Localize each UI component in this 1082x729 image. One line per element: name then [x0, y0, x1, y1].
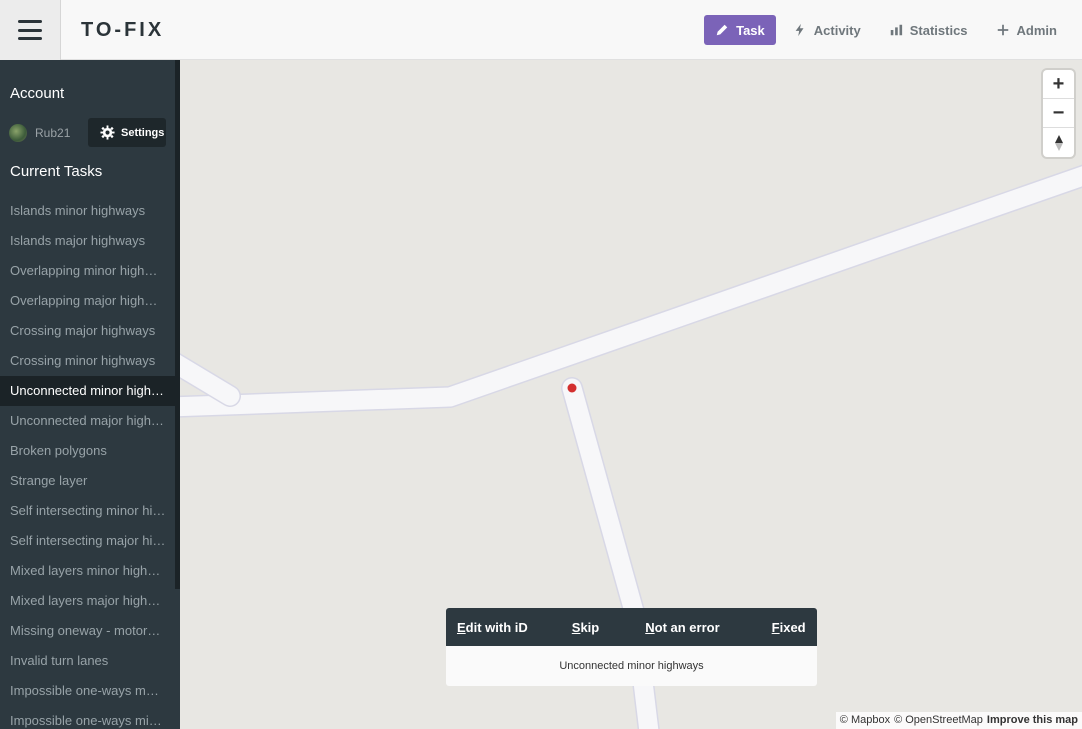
task-item[interactable]: Islands major highways — [0, 226, 176, 256]
task-item[interactable]: Impossible one-ways major — [0, 676, 176, 706]
skip-button[interactable]: Skip — [561, 620, 610, 635]
current-tasks-heading: Current Tasks — [10, 163, 103, 180]
task-item[interactable]: Missing oneway - motorways — [0, 616, 176, 646]
task-item[interactable]: Mixed layers minor highways — [0, 556, 176, 586]
action-bar: Edit with iD Skip Not an error Fixed — [446, 608, 817, 646]
avatar[interactable] — [9, 124, 27, 142]
nav-activity-button[interactable]: Activity — [782, 15, 872, 45]
account-heading: Account — [10, 85, 65, 102]
zoom-controls: + − — [1043, 70, 1074, 157]
settings-label: Settings — [121, 126, 165, 139]
task-item[interactable]: Overlapping minor highways — [0, 256, 176, 286]
task-item[interactable]: Broken polygons — [0, 436, 176, 466]
action-panel: Edit with iD Skip Not an error Fixed Unc… — [446, 608, 817, 686]
bar-chart-icon — [890, 24, 902, 36]
nav-admin-button[interactable]: Admin — [985, 15, 1068, 45]
sidebar: Account Rub21 Settings Current Tasks Isl… — [0, 60, 180, 729]
task-item[interactable]: Unconnected minor highways — [0, 376, 176, 406]
task-item[interactable]: Crossing major highways — [0, 316, 176, 346]
zoom-in-button[interactable]: + — [1043, 70, 1074, 99]
task-item[interactable]: Overlapping major highways — [0, 286, 176, 316]
task-list: Islands minor highways Islands major high… — [0, 196, 176, 729]
hamburger-icon — [18, 20, 42, 40]
bolt-icon — [795, 23, 804, 37]
current-task-label: Unconnected minor highways — [446, 646, 817, 686]
compass-button[interactable] — [1043, 128, 1074, 157]
edit-with-id-button[interactable]: Edit with iD — [446, 620, 539, 635]
task-item[interactable]: Strange layer — [0, 466, 176, 496]
task-item[interactable]: Mixed layers major highways — [0, 586, 176, 616]
nav-statistics-label: Statistics — [909, 22, 968, 38]
attribution-osm[interactable]: © OpenStreetMap — [894, 714, 983, 727]
task-item[interactable]: Invalid turn lanes — [0, 646, 176, 676]
task-item[interactable]: Self intersecting major highways — [0, 526, 176, 556]
zoom-out-button[interactable]: − — [1043, 99, 1074, 128]
compass-icon — [1054, 134, 1063, 151]
plus-icon — [997, 24, 1008, 36]
app-logo: TO-FIX — [81, 19, 165, 41]
map-attribution: © Mapbox © OpenStreetMap Improve this ma… — [835, 712, 1082, 729]
hamburger-menu-button[interactable] — [0, 0, 61, 60]
not-an-error-button[interactable]: Not an error — [634, 620, 730, 635]
task-item[interactable]: Islands minor highways — [0, 196, 176, 226]
username[interactable]: Rub21 — [35, 126, 70, 140]
nav-task-label: Task — [736, 22, 765, 38]
nav-activity-label: Activity — [813, 22, 861, 38]
task-item[interactable]: Self intersecting minor highways — [0, 496, 176, 526]
task-item[interactable]: Unconnected major highways — [0, 406, 176, 436]
fixed-button[interactable]: Fixed — [761, 620, 817, 635]
nav-admin-label: Admin — [1016, 22, 1057, 38]
account-row: Rub21 Settings — [0, 118, 176, 148]
gear-icon — [100, 125, 115, 140]
error-marker — [567, 383, 577, 393]
task-item[interactable]: Impossible one-ways minor — [0, 706, 176, 729]
top-nav: Task Activity Statistics Admin — [704, 15, 1068, 45]
pencil-icon — [716, 24, 728, 36]
settings-button[interactable]: Settings — [88, 118, 166, 147]
improve-map-link[interactable]: Improve this map — [987, 714, 1078, 727]
road-main — [180, 164, 1082, 418]
nav-task-button[interactable]: Task — [704, 15, 776, 45]
attribution-mapbox[interactable]: © Mapbox — [840, 714, 890, 727]
top-header: TO-FIX Task Activity Statistics Admin — [0, 0, 1082, 60]
nav-statistics-button[interactable]: Statistics — [878, 15, 979, 45]
task-item[interactable]: Crossing minor highways — [0, 346, 176, 376]
